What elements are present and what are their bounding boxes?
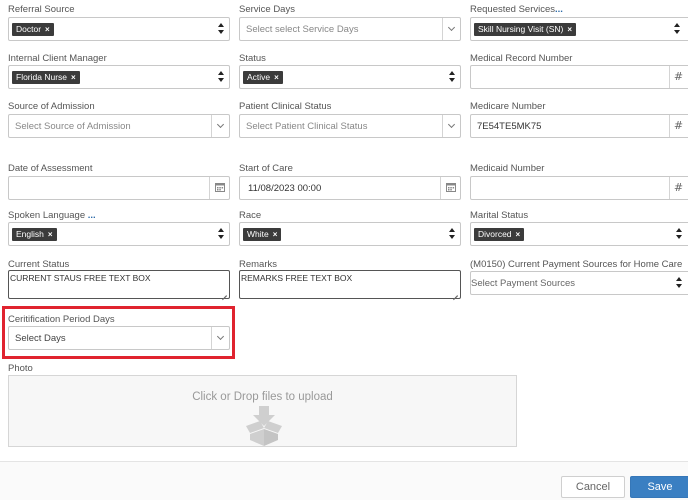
source-of-admission-label: Source of Admission bbox=[8, 101, 95, 112]
remove-tag-icon[interactable]: × bbox=[45, 25, 50, 34]
remove-tag-icon[interactable]: × bbox=[567, 25, 572, 34]
chevron-down-icon[interactable] bbox=[442, 18, 460, 40]
spoken-language-select[interactable]: English × bbox=[8, 222, 230, 246]
medical-record-number-input[interactable]: # bbox=[470, 65, 688, 89]
calendar-icon[interactable] bbox=[209, 177, 229, 199]
medical-record-number-label: Medical Record Number bbox=[470, 53, 573, 64]
sort-arrows-icon bbox=[675, 276, 683, 290]
sort-arrows-icon bbox=[217, 227, 225, 241]
tag-white: White × bbox=[243, 228, 282, 241]
remarks-value: REMARKS FREE TEXT BOX bbox=[241, 273, 353, 283]
upload-box-icon bbox=[246, 406, 282, 446]
payment-sources-select[interactable]: Select Payment Sources bbox=[470, 271, 688, 295]
certification-period-placeholder: Select Days bbox=[15, 333, 66, 344]
remove-tag-icon[interactable]: × bbox=[274, 73, 279, 82]
spoken-language-label: Spoken Language ... bbox=[8, 210, 96, 221]
start-of-care-value: 11/08/2023 00:00 bbox=[248, 183, 322, 194]
resize-handle-icon[interactable] bbox=[452, 290, 458, 296]
chevron-down-icon[interactable] bbox=[211, 115, 229, 137]
certification-period-select[interactable]: Select Days bbox=[8, 326, 230, 350]
patient-clinical-status-placeholder: Select Patient Clinical Status bbox=[246, 121, 368, 132]
status-select[interactable]: Active × bbox=[239, 65, 461, 89]
dropzone-text: Click or Drop files to upload bbox=[192, 391, 333, 403]
start-of-care-input[interactable]: 11/08/2023 00:00 bbox=[239, 176, 461, 200]
photo-label: Photo bbox=[8, 363, 33, 374]
start-of-care-label: Start of Care bbox=[239, 163, 293, 174]
medicare-number-input[interactable]: 7E54TE5MK75 # bbox=[470, 114, 688, 138]
status-label: Status bbox=[239, 53, 266, 64]
tag-florida-nurse: Florida Nurse × bbox=[12, 71, 80, 84]
medicare-number-label: Medicare Number bbox=[470, 101, 546, 112]
service-days-select[interactable]: Select select Service Days bbox=[239, 17, 461, 41]
date-of-assessment-label: Date of Assessment bbox=[8, 163, 93, 174]
remarks-textarea[interactable]: REMARKS FREE TEXT BOX bbox=[239, 270, 461, 299]
service-days-placeholder: Select select Service Days bbox=[246, 24, 359, 35]
sort-arrows-icon bbox=[217, 22, 225, 36]
sort-arrows-icon bbox=[448, 70, 456, 84]
service-days-label: Service Days bbox=[239, 4, 295, 15]
sort-arrows-icon bbox=[217, 70, 225, 84]
requested-services-label: Requested Services... bbox=[470, 4, 563, 15]
requested-services-select[interactable]: Skill Nursing Visit (SN) × bbox=[470, 17, 688, 41]
hash-icon: # bbox=[669, 66, 687, 88]
medicare-number-value: 7E54TE5MK75 bbox=[477, 121, 542, 132]
medicaid-number-label: Medicaid Number bbox=[470, 163, 545, 174]
internal-client-manager-select[interactable]: Florida Nurse × bbox=[8, 65, 230, 89]
marital-status-label: Marital Status bbox=[470, 210, 529, 221]
sort-arrows-icon bbox=[673, 22, 681, 36]
source-of-admission-placeholder: Select Source of Admission bbox=[15, 121, 131, 132]
cancel-button[interactable]: Cancel bbox=[561, 476, 625, 498]
chevron-down-icon[interactable] bbox=[211, 327, 229, 349]
patient-clinical-status-select[interactable]: Select Patient Clinical Status bbox=[239, 114, 461, 138]
remove-tag-icon[interactable]: × bbox=[516, 230, 521, 239]
marital-status-select[interactable]: Divorced × bbox=[470, 222, 688, 246]
current-status-label: Current Status bbox=[8, 259, 70, 270]
hash-icon: # bbox=[669, 115, 687, 137]
tag-english: English × bbox=[12, 228, 57, 241]
payment-sources-placeholder: Select Payment Sources bbox=[471, 278, 576, 289]
medicaid-number-input[interactable]: # bbox=[470, 176, 688, 200]
spoken-language-more[interactable]: ... bbox=[88, 210, 96, 221]
resize-handle-icon[interactable] bbox=[221, 290, 227, 296]
tag-skill-nursing: Skill Nursing Visit (SN) × bbox=[474, 23, 577, 36]
remove-tag-icon[interactable]: × bbox=[273, 230, 278, 239]
certification-period-label: Ceritification Period Days bbox=[8, 314, 115, 325]
tag-active: Active × bbox=[243, 71, 283, 84]
date-of-assessment-input[interactable] bbox=[8, 176, 230, 200]
current-status-textarea[interactable]: CURRENT STAUS FREE TEXT BOX bbox=[8, 270, 230, 299]
footer-bar: Cancel Save bbox=[0, 461, 688, 500]
chevron-down-icon[interactable] bbox=[442, 115, 460, 137]
referral-source-select[interactable]: Doctor × bbox=[8, 17, 230, 41]
referral-source-label: Referral Source bbox=[8, 4, 75, 15]
calendar-icon[interactable] bbox=[440, 177, 460, 199]
race-label: Race bbox=[239, 210, 262, 221]
remove-tag-icon[interactable]: × bbox=[48, 230, 53, 239]
race-select[interactable]: White × bbox=[239, 222, 461, 246]
remove-tag-icon[interactable]: × bbox=[71, 73, 76, 82]
internal-client-manager-label: Internal Client Manager bbox=[8, 53, 107, 64]
sort-arrows-icon bbox=[448, 227, 456, 241]
tag-doctor: Doctor × bbox=[12, 23, 54, 36]
save-button[interactable]: Save bbox=[630, 476, 688, 498]
payment-sources-label: (M0150) Current Payment Sources for Home… bbox=[470, 259, 683, 270]
photo-dropzone[interactable]: Click or Drop files to upload bbox=[8, 375, 517, 447]
tag-divorced: Divorced × bbox=[474, 228, 525, 241]
requested-services-more[interactable]: ... bbox=[555, 4, 563, 15]
remarks-label: Remarks bbox=[239, 259, 278, 270]
sort-arrows-icon bbox=[675, 227, 683, 241]
source-of-admission-select[interactable]: Select Source of Admission bbox=[8, 114, 230, 138]
hash-icon: # bbox=[669, 177, 687, 199]
patient-clinical-status-label: Patient Clinical Status bbox=[239, 101, 332, 112]
current-status-value: CURRENT STAUS FREE TEXT BOX bbox=[10, 273, 151, 283]
